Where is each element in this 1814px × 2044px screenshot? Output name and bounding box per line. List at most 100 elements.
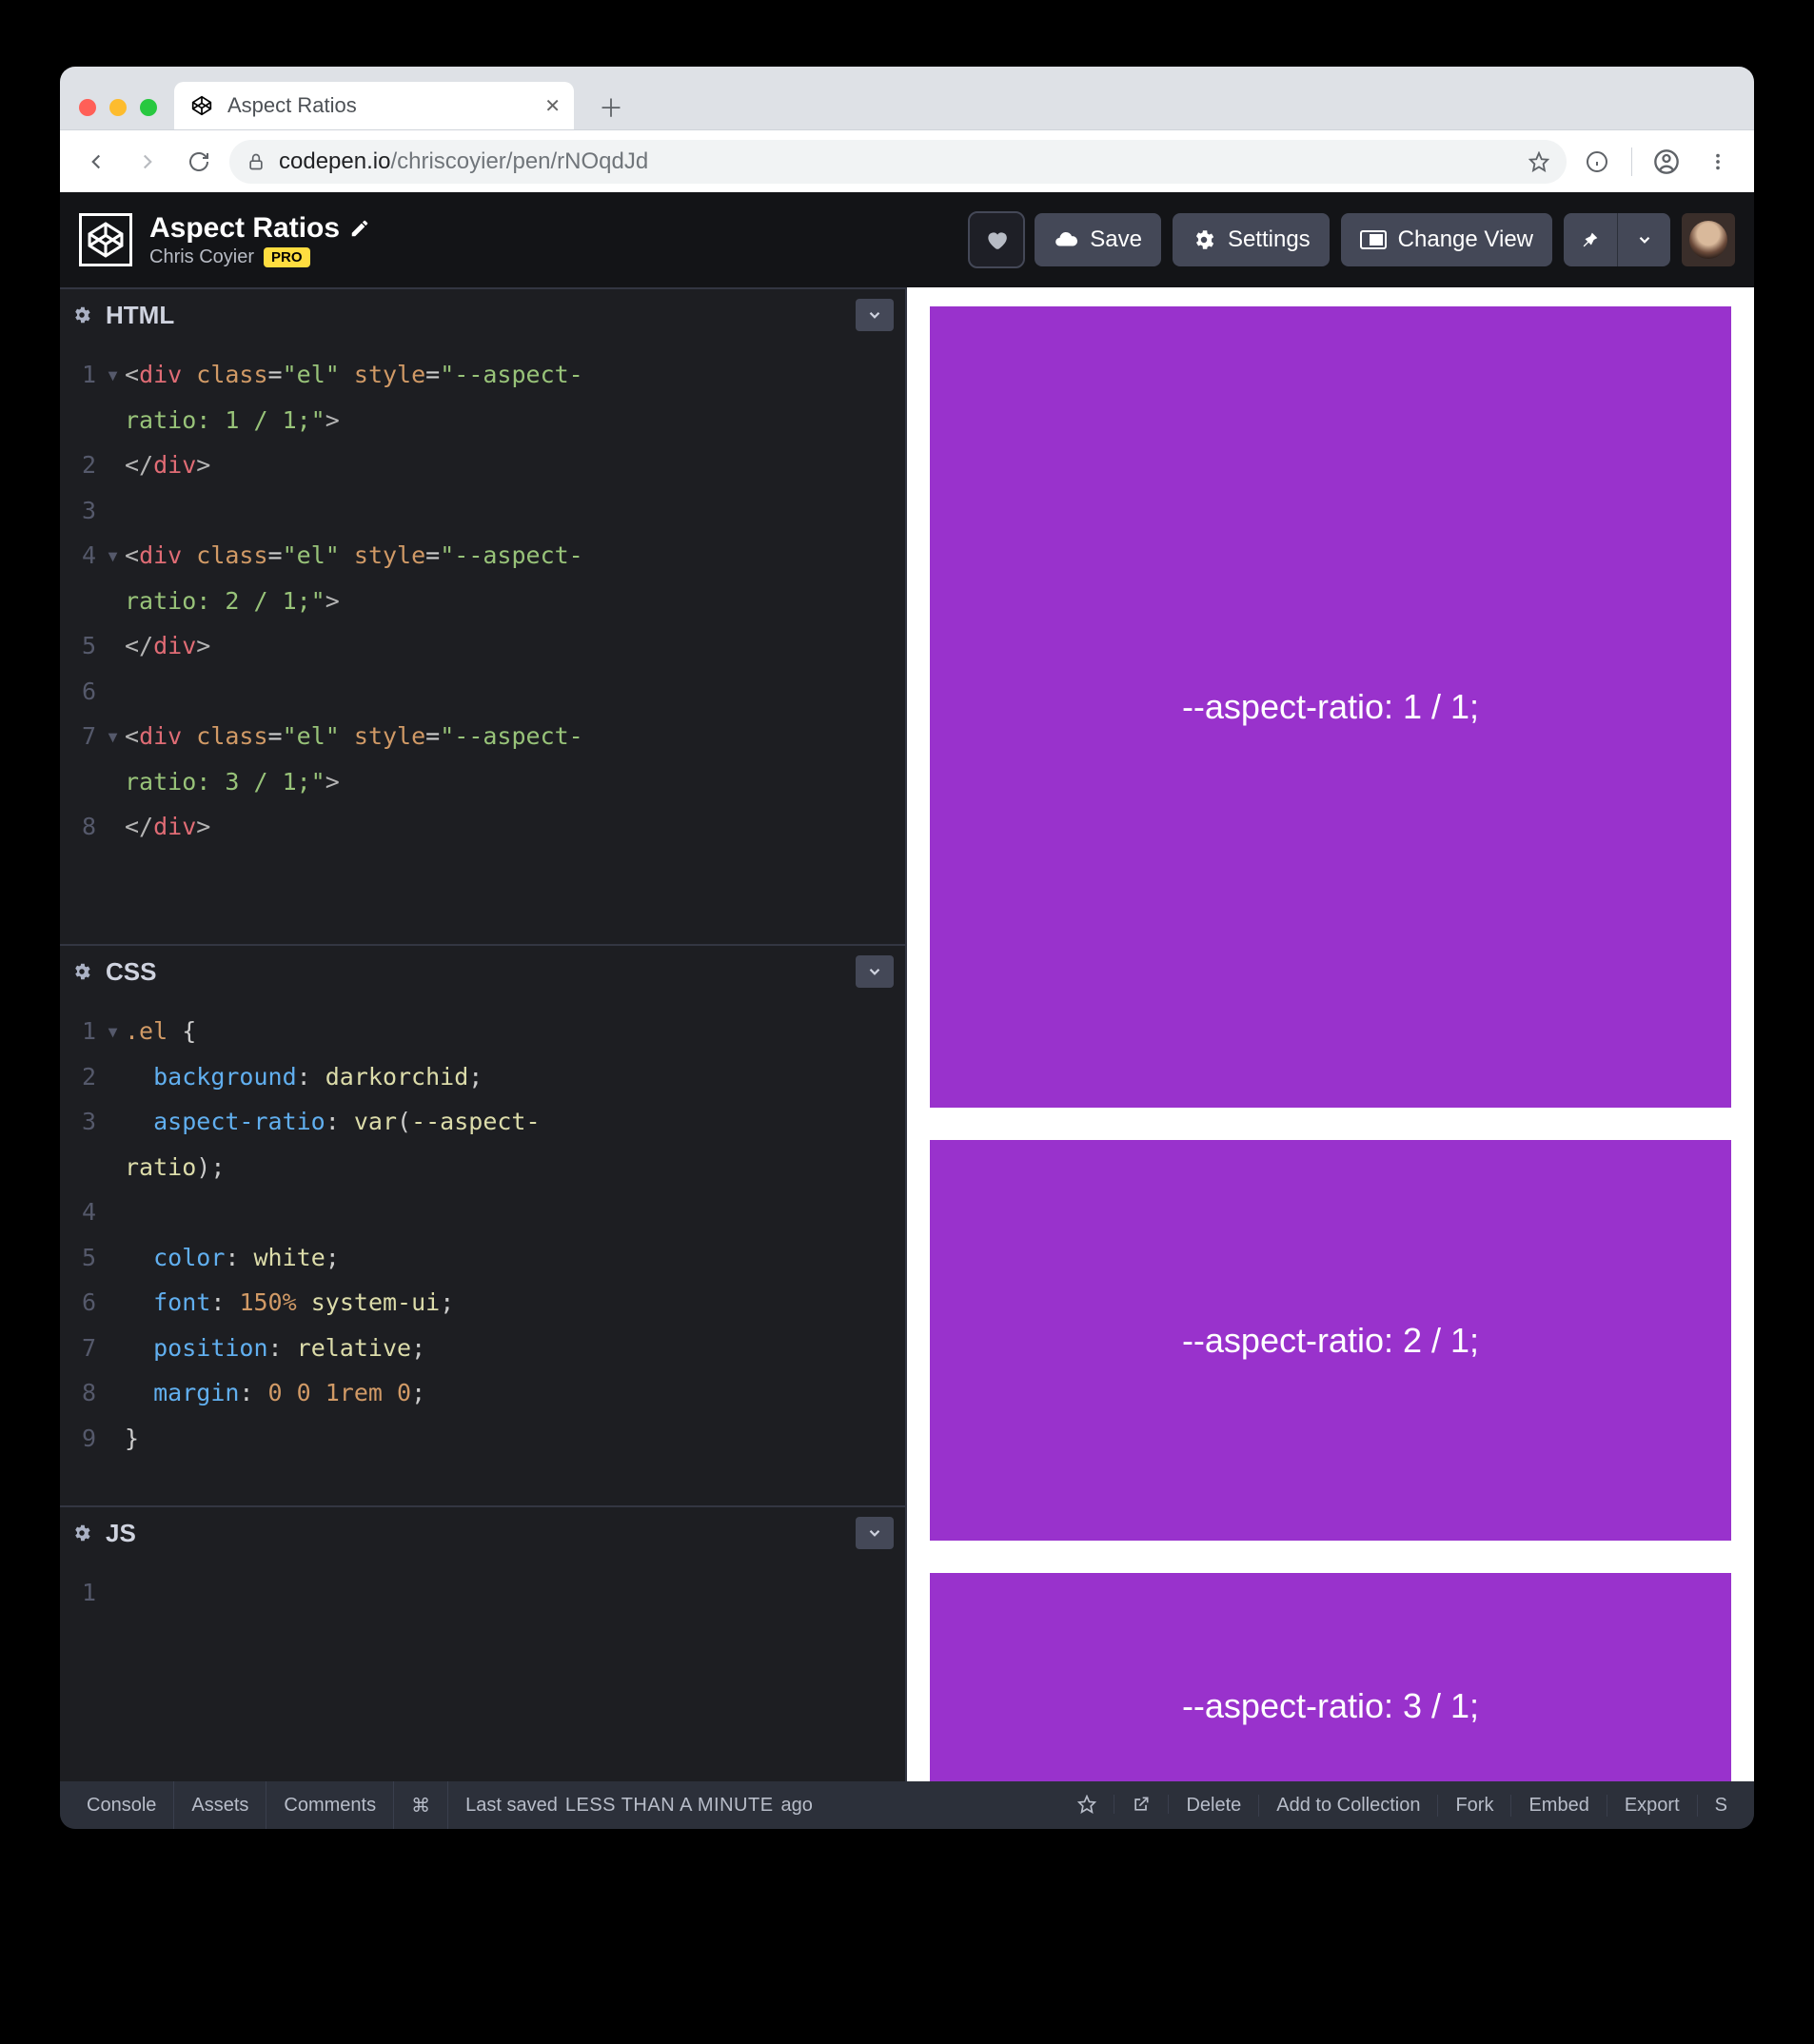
user-avatar[interactable] <box>1682 213 1735 266</box>
code-line[interactable]: 6 <box>60 669 905 715</box>
css-panel: CSS 1▾.el {2 background: darkorchid;3 as… <box>60 944 905 1505</box>
code-line[interactable]: 7 position: relative; <box>60 1326 905 1371</box>
preview-box-1-label: --aspect-ratio: 1 / 1; <box>1182 687 1479 727</box>
html-panel-label: HTML <box>106 301 174 330</box>
code-line[interactable]: 5 color: white; <box>60 1235 905 1281</box>
footer-share-button[interactable]: S <box>1698 1795 1745 1817</box>
panel-collapse-button[interactable] <box>856 955 894 988</box>
footer-star-button[interactable] <box>1060 1795 1114 1814</box>
change-view-button[interactable]: Change View <box>1341 213 1552 266</box>
code-line[interactable]: 3 aspect-ratio: var(--aspect- <box>60 1099 905 1145</box>
lock-icon <box>246 152 266 171</box>
url-text: codepen.io/chriscoyier/pen/rNOqdJd <box>279 148 648 175</box>
panel-collapse-button[interactable] <box>856 1517 894 1549</box>
panel-collapse-button[interactable] <box>856 299 894 331</box>
pen-title-text: Aspect Ratios <box>149 212 340 245</box>
footer-add-collection-button[interactable]: Add to Collection <box>1259 1795 1438 1817</box>
html-editor[interactable]: 1▾<div class="el" style="--aspect-ratio:… <box>60 341 905 944</box>
code-line[interactable]: 1 <box>60 1570 905 1616</box>
tab-close-icon[interactable]: ✕ <box>544 94 561 118</box>
code-line[interactable]: 8</div> <box>60 804 905 850</box>
code-line[interactable]: 3 <box>60 488 905 534</box>
code-line[interactable]: ratio); <box>60 1145 905 1190</box>
footer-assets-button[interactable]: Assets <box>174 1781 266 1829</box>
new-tab-button[interactable]: ＋ <box>591 88 631 126</box>
edit-pencil-icon[interactable] <box>349 218 370 239</box>
css-panel-label: CSS <box>106 957 156 987</box>
window-minimize-button[interactable] <box>109 99 127 116</box>
codepen-logo-icon[interactable] <box>79 213 132 266</box>
footer-export-button[interactable]: Export <box>1607 1795 1698 1817</box>
footer-fork-button[interactable]: Fork <box>1438 1795 1511 1817</box>
pin-button-group <box>1564 213 1670 266</box>
gear-icon[interactable] <box>71 1523 92 1543</box>
preview-box-2: --aspect-ratio: 2 / 1; <box>930 1140 1731 1541</box>
pen-author[interactable]: Chris Coyier PRO <box>149 246 370 268</box>
css-panel-header: CSS <box>60 946 905 997</box>
html-panel: HTML 1▾<div class="el" style="--aspect-r… <box>60 287 905 944</box>
preview-pane: --aspect-ratio: 1 / 1; --aspect-ratio: 2… <box>907 287 1754 1781</box>
js-panel-label: JS <box>106 1519 136 1548</box>
code-line[interactable]: 4▾<div class="el" style="--aspect- <box>60 533 905 579</box>
url-bar[interactable]: codepen.io/chriscoyier/pen/rNOqdJd <box>229 140 1567 184</box>
nav-back-button[interactable] <box>75 141 117 183</box>
code-line[interactable]: 9} <box>60 1416 905 1462</box>
footer-delete-button[interactable]: Delete <box>1169 1795 1259 1817</box>
code-line[interactable]: 6 font: 150% system-ui; <box>60 1280 905 1326</box>
browser-tab[interactable]: Aspect Ratios ✕ <box>174 82 574 129</box>
code-line[interactable]: ratio: 3 / 1;"> <box>60 759 905 805</box>
browser-toolbar: codepen.io/chriscoyier/pen/rNOqdJd <box>60 129 1754 192</box>
code-line[interactable]: ratio: 1 / 1;"> <box>60 398 905 443</box>
codepen-favicon-icon <box>189 93 214 118</box>
site-info-icon[interactable] <box>1576 141 1618 183</box>
gear-icon[interactable] <box>71 961 92 982</box>
settings-button-label: Settings <box>1228 226 1311 253</box>
profile-icon[interactable] <box>1646 141 1687 183</box>
footer-embed-button[interactable]: Embed <box>1511 1795 1607 1817</box>
code-line[interactable]: 4 <box>60 1189 905 1235</box>
css-editor[interactable]: 1▾.el {2 background: darkorchid;3 aspect… <box>60 997 905 1505</box>
window-traffic-lights <box>79 99 157 129</box>
pen-title[interactable]: Aspect Ratios <box>149 212 370 245</box>
code-line[interactable]: 8 margin: 0 0 1rem 0; <box>60 1370 905 1416</box>
code-line[interactable]: 2 background: darkorchid; <box>60 1054 905 1100</box>
footer-right: Delete Add to Collection Fork Embed Expo… <box>1060 1795 1745 1817</box>
save-button-label: Save <box>1090 226 1142 253</box>
footer-open-button[interactable] <box>1114 1795 1169 1814</box>
code-line[interactable]: 1▾.el { <box>60 1009 905 1054</box>
pin-button[interactable] <box>1564 213 1617 266</box>
nav-reload-button[interactable] <box>178 141 220 183</box>
pen-title-block: Aspect Ratios Chris Coyier PRO <box>149 212 370 268</box>
code-line[interactable]: 5</div> <box>60 623 905 669</box>
code-line[interactable]: ratio: 2 / 1;"> <box>60 579 905 624</box>
heart-button[interactable] <box>970 213 1023 266</box>
code-line[interactable]: 2</div> <box>60 442 905 488</box>
preview-box-1: --aspect-ratio: 1 / 1; <box>930 306 1731 1108</box>
js-panel-header: JS <box>60 1507 905 1559</box>
footer-comments-button[interactable]: Comments <box>266 1781 394 1829</box>
code-line[interactable]: 7▾<div class="el" style="--aspect- <box>60 714 905 759</box>
html-panel-header: HTML <box>60 289 905 341</box>
pro-badge: PRO <box>264 247 310 267</box>
footer-shortcuts-button[interactable]: ⌘ <box>394 1781 448 1829</box>
pin-dropdown-button[interactable] <box>1617 213 1670 266</box>
bookmark-star-icon[interactable] <box>1528 151 1549 172</box>
browser-tab-title: Aspect Ratios <box>227 93 531 118</box>
footer-console-button[interactable]: Console <box>69 1781 174 1829</box>
window-close-button[interactable] <box>79 99 96 116</box>
avatar-image <box>1689 221 1727 259</box>
app-footer: Console Assets Comments ⌘ Last saved LES… <box>60 1781 1754 1829</box>
gear-icon[interactable] <box>71 305 92 325</box>
header-actions: Save Settings Change View <box>970 213 1735 266</box>
browser-menu-icon[interactable] <box>1697 141 1739 183</box>
editor-column: HTML 1▾<div class="el" style="--aspect-r… <box>60 287 907 1781</box>
nav-forward-button[interactable] <box>127 141 168 183</box>
code-line[interactable]: 1▾<div class="el" style="--aspect- <box>60 352 905 398</box>
browser-chrome: Aspect Ratios ✕ ＋ codepen.io/chriscoyier… <box>60 67 1754 192</box>
save-button[interactable]: Save <box>1035 213 1161 266</box>
js-editor[interactable]: 1 <box>60 1559 905 1781</box>
pen-author-name: Chris Coyier <box>149 246 254 268</box>
browser-window: Aspect Ratios ✕ ＋ codepen.io/chriscoyier… <box>60 67 1754 1829</box>
settings-button[interactable]: Settings <box>1173 213 1330 266</box>
window-zoom-button[interactable] <box>140 99 157 116</box>
